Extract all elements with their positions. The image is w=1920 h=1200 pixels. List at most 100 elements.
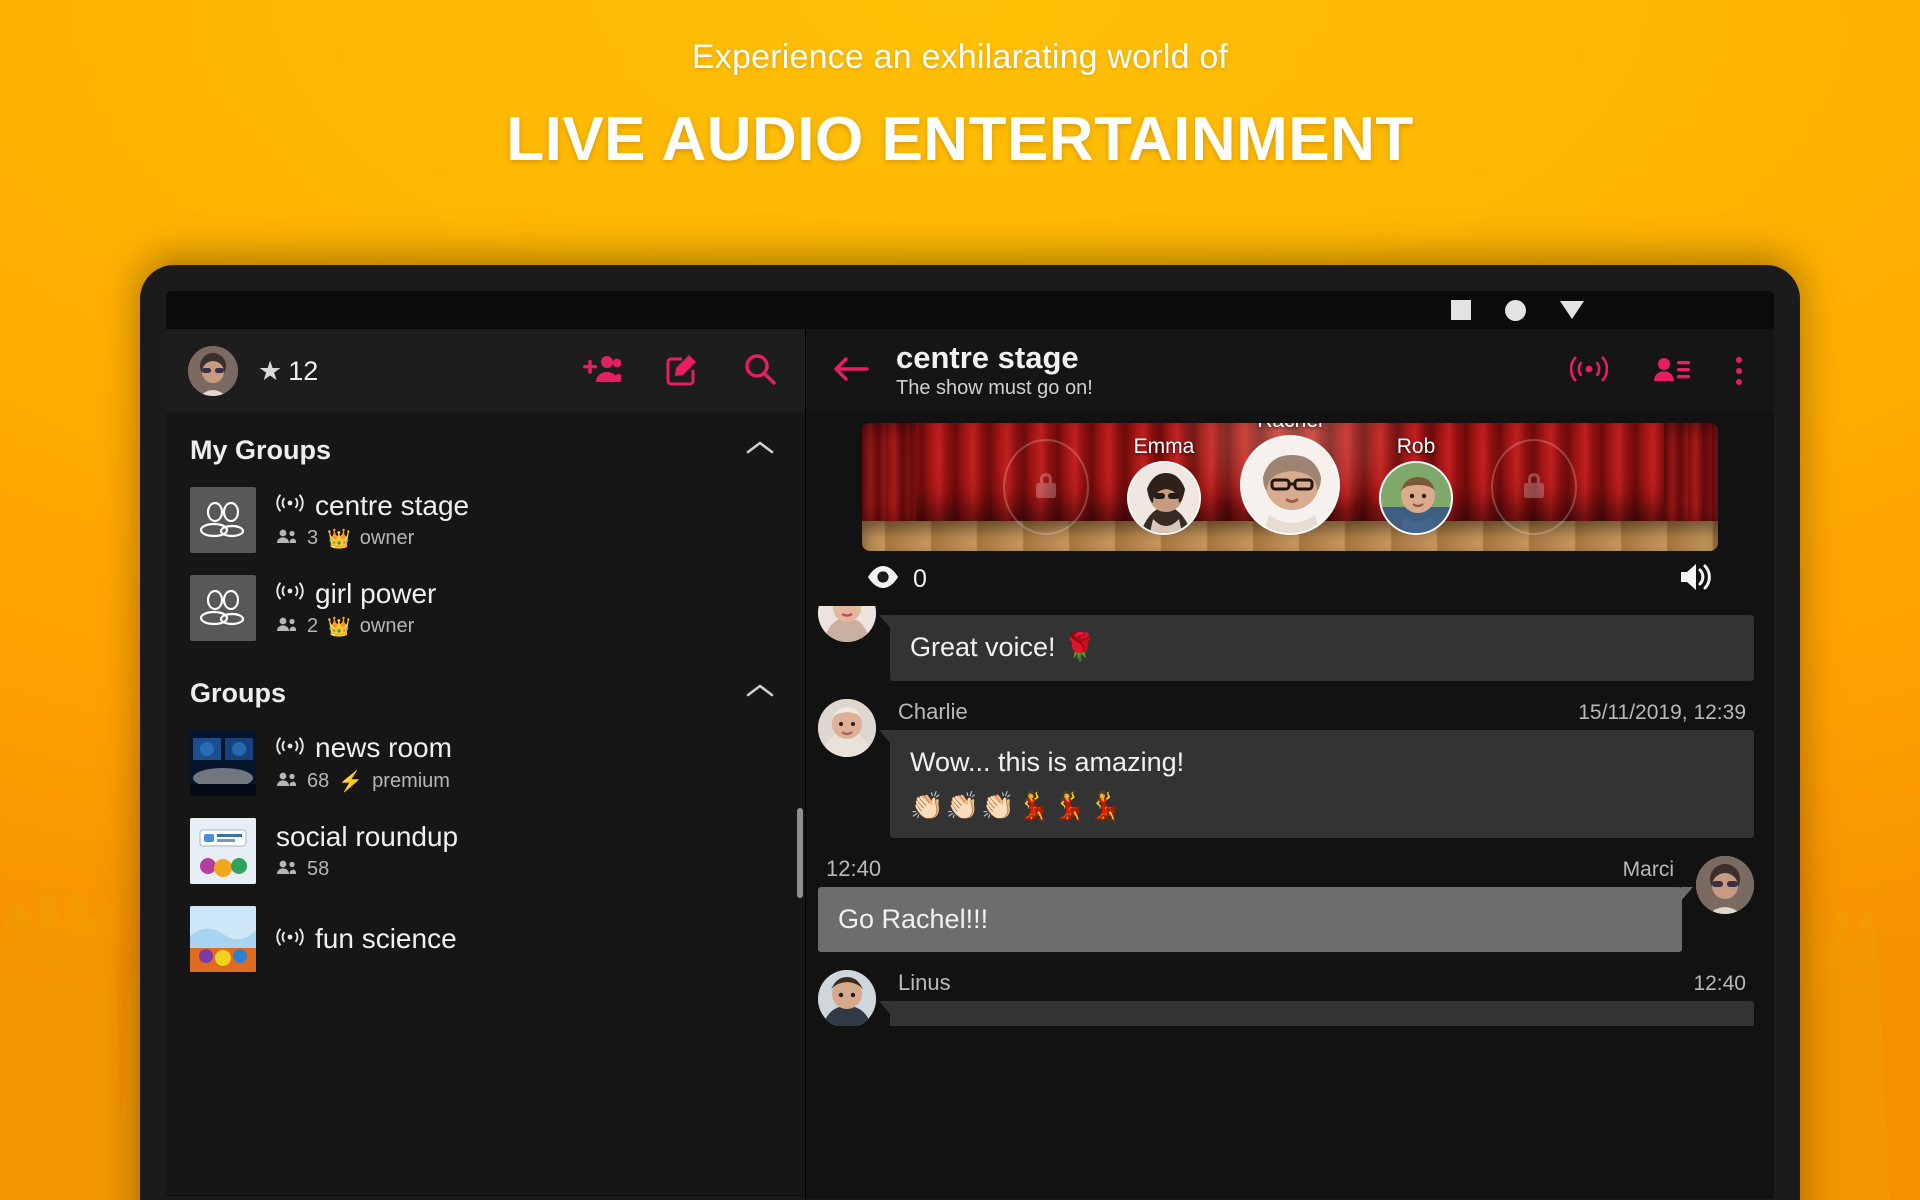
sidebar-group-girl-power[interactable]: girl power 2 👑 owner: [166, 564, 805, 652]
group-info: social roundup 58: [276, 821, 458, 881]
section-header-my-groups[interactable]: My Groups: [166, 419, 805, 476]
promo-title: LIVE AUDIO ENTERTAINMENT: [506, 105, 1414, 174]
avatar[interactable]: [818, 698, 876, 757]
section-title: My Groups: [190, 435, 332, 465]
stage-slot-speaker-emma[interactable]: Emma: [1116, 435, 1212, 535]
message-bubble-column: Linus 12:40: [879, 970, 1754, 1027]
star-icon: ★: [258, 355, 283, 386]
group-meta: 58: [276, 858, 458, 881]
eye-icon: [866, 565, 900, 594]
message-row: 12:40 Marci Go Rachel!!!: [818, 855, 1754, 953]
speaker-name: Rob: [1396, 435, 1436, 458]
message-bubble-column: Linus 12:39 Great voice! 🌹: [879, 606, 1754, 681]
member-list-icon[interactable]: [1654, 355, 1690, 388]
stage-status-bar: 0: [806, 551, 1774, 606]
group-list-scroll[interactable]: My Groups centre stage 3 👑 owner girl po…: [166, 413, 805, 1195]
nav-item-home[interactable]: 3: [166, 1196, 294, 1200]
message-sender: Linus: [898, 970, 951, 996]
live-stage[interactable]: Emma Rob: [862, 423, 1718, 551]
promo-subtitle: Experience an exhilarating world of: [691, 38, 1229, 76]
nav-item-groups[interactable]: Groups: [549, 1196, 677, 1200]
sidebar-scrollbar[interactable]: [797, 808, 803, 898]
stage-speaker: Rachel: [1240, 423, 1340, 535]
avatar[interactable]: [188, 346, 238, 396]
sidebar-group-social-roundup[interactable]: social roundup 58: [166, 807, 805, 895]
message-sender: Charlie: [898, 698, 968, 724]
message-bubble-column: Charlie 15/11/2019, 12:39 Wow... this is…: [879, 699, 1754, 838]
chevron-up-icon[interactable]: [745, 682, 775, 705]
message-bubble[interactable]: Go Rachel!!!: [818, 886, 1693, 953]
stage-slot-locked[interactable]: [998, 439, 1094, 535]
broadcast-icon: [276, 581, 304, 606]
message-text: Wow... this is amazing!: [910, 746, 1185, 777]
stage-slot-speaker-rachel[interactable]: Rachel: [1234, 423, 1346, 535]
search-icon[interactable]: [743, 352, 777, 391]
message-bubble[interactable]: [879, 1001, 1754, 1027]
avatar[interactable]: [818, 606, 876, 642]
message-time: 15/11/2019, 12:39: [1578, 700, 1746, 724]
avatar[interactable]: [818, 970, 876, 1027]
section-title: Groups: [190, 678, 287, 708]
group-thumbnail: [190, 487, 256, 553]
message-sender: Marci: [1622, 857, 1674, 881]
sidebar-group-centre-stage[interactable]: centre stage 3 👑 owner: [166, 476, 805, 564]
member-count: 58: [307, 858, 330, 880]
slot-ring: [1003, 439, 1089, 535]
group-info: girl power 2 👑 owner: [276, 578, 436, 639]
lock-icon: [1521, 470, 1547, 505]
members-icon: [276, 858, 298, 881]
broadcast-icon: [276, 736, 304, 761]
chevron-up-icon[interactable]: [745, 439, 775, 462]
broadcast-icon: [276, 493, 304, 518]
message-bubble[interactable]: Wow... this is amazing! 👏🏻👏🏻👏🏻💃💃💃: [879, 729, 1754, 838]
add-people-icon[interactable]: [583, 354, 623, 389]
message-time: 12:39: [1693, 606, 1746, 610]
message-sender: Linus: [898, 606, 951, 610]
nav-item-contacts[interactable]: [677, 1196, 805, 1200]
arrow-left-icon[interactable]: [832, 354, 870, 389]
sidebar-group-fun-science[interactable]: fun science: [166, 895, 805, 983]
message-text: Go Rachel!!!: [838, 903, 989, 934]
message-reactions[interactable]: 👏🏻👏🏻👏🏻💃💃💃: [910, 790, 1734, 822]
chat-subtitle: The show must go on!: [896, 377, 1093, 400]
chat-panel: centre stage The show must go on! Emma R…: [806, 329, 1774, 1200]
members-icon: [276, 770, 298, 793]
home-circle-icon[interactable]: [1505, 299, 1526, 321]
stage-slot-locked[interactable]: [1486, 439, 1582, 535]
message-list[interactable]: Linus 12:39 Great voice! 🌹: [806, 606, 1774, 1197]
star-count: 12: [288, 355, 319, 386]
members-icon: [276, 615, 298, 638]
broadcast-icon: [276, 927, 304, 952]
recents-square-icon[interactable]: [1451, 300, 1471, 320]
nav-item-explore[interactable]: [294, 1196, 422, 1200]
speaker-on-icon[interactable]: [1678, 561, 1714, 598]
live-stage-container[interactable]: Emma Rob: [806, 413, 1774, 551]
speaker-avatar: [1379, 461, 1453, 535]
lock-icon: [1033, 470, 1059, 505]
bottom-navigation: 3 4: [166, 1195, 805, 1200]
group-name-row: fun science: [276, 923, 457, 955]
message-text: Great voice! 🌹: [910, 632, 1097, 662]
group-name: news room: [315, 732, 452, 763]
message-bubble[interactable]: Great voice! 🌹: [879, 615, 1754, 681]
page-title: centre stage: [896, 339, 1079, 375]
sidebar-header-actions: [583, 352, 777, 391]
back-triangle-icon[interactable]: [1560, 301, 1584, 319]
group-name: centre stage: [315, 489, 470, 521]
sidebar-group-news-room[interactable]: news room 68 ⚡ premium: [166, 719, 805, 807]
compose-icon[interactable]: [665, 352, 699, 391]
nav-item-chats[interactable]: 4 1: [422, 1196, 550, 1200]
broadcast-icon[interactable]: [1569, 354, 1609, 389]
group-name: fun science: [315, 923, 457, 954]
message-row: Linus 12:39 Great voice! 🌹: [818, 606, 1754, 681]
speaker-name: Emma: [1133, 435, 1195, 458]
message-header: Charlie 15/11/2019, 12:39: [890, 699, 1754, 730]
message-time: 12:40: [1693, 972, 1746, 996]
avatar[interactable]: [1696, 855, 1754, 914]
section-header-groups[interactable]: Groups: [166, 652, 805, 719]
crown-icon: 👑: [327, 528, 351, 550]
stage-slot-speaker-rob[interactable]: Rob: [1368, 435, 1464, 535]
group-name: social roundup: [276, 821, 459, 852]
group-info: centre stage 3 👑 owner: [276, 490, 469, 551]
overflow-menu-icon[interactable]: [1736, 357, 1742, 385]
